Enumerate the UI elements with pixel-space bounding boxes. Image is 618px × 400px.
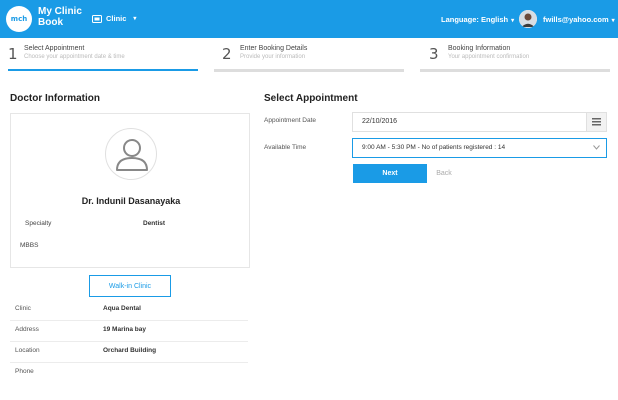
doctor-name: Dr. Indunil Dasanayaka: [81, 196, 181, 206]
info-label: Location: [15, 347, 40, 354]
walk-in-clinic-button[interactable]: Walk-in Clinic: [89, 275, 171, 297]
info-value: 19 Marina bay: [103, 326, 146, 333]
step-progress-bar: [420, 69, 610, 72]
step-title: Enter Booking Details: [240, 45, 308, 52]
app-logo[interactable]: mch: [6, 6, 32, 32]
info-value: Orchard Building: [103, 347, 157, 354]
user-email: fwills@yahoo.com: [543, 15, 609, 24]
booking-steps: 1 Select Appointment Choose your appoint…: [0, 38, 618, 74]
step-subtitle: Choose your appointment date & time: [24, 54, 125, 60]
doctor-card: Dr. Indunil Dasanayaka Specialty Dentist…: [10, 113, 250, 268]
user-icon: [116, 139, 148, 171]
info-row-address: Address 19 Marina bay: [10, 321, 248, 342]
step-title: Booking Information: [448, 45, 511, 52]
brand-line-1: My Clinic: [38, 6, 82, 17]
appointment-date-input[interactable]: 22/10/2016: [352, 112, 607, 132]
user-menu[interactable]: fwills@yahoo.com ▾: [543, 15, 615, 24]
chevron-down-icon: ▾: [611, 18, 615, 24]
next-button[interactable]: Next: [353, 164, 427, 183]
available-time-label: Available Time: [264, 144, 307, 151]
step-booking-information[interactable]: 3 Booking Information Your appointment c…: [412, 38, 618, 74]
chevron-down-icon: ▾: [133, 16, 137, 22]
info-value: Aqua Dental: [103, 305, 141, 312]
clinic-menu[interactable]: Clinic ▾: [92, 14, 136, 23]
calendar-icon: [592, 118, 601, 126]
available-time-value: 9:00 AM - 5:30 PM - No of patients regis…: [362, 144, 506, 151]
chevron-down-icon: ▾: [511, 18, 515, 24]
info-row-clinic: Clinic Aqua Dental: [10, 300, 248, 321]
appointment-date-label: Appointment Date: [264, 117, 317, 124]
logo-text: mch: [10, 15, 28, 23]
language-selector[interactable]: Language: English ▾: [441, 15, 514, 24]
language-label: Language: English: [441, 15, 509, 24]
step-subtitle: Your appointment confirmation: [448, 54, 530, 60]
calendar-button[interactable]: [586, 113, 606, 131]
step-enter-booking-details[interactable]: 2 Enter Booking Details Provide your inf…: [206, 38, 412, 74]
info-label: Address: [15, 326, 39, 333]
back-button[interactable]: Back: [430, 164, 458, 183]
appointment-date-value: 22/10/2016: [362, 118, 398, 125]
step-progress-bar: [214, 69, 404, 72]
appointment-section-title: Select Appointment: [264, 93, 358, 104]
brand-line-2: Book: [38, 17, 63, 28]
step-title: Select Appointment: [24, 45, 85, 52]
step-progress-bar: [8, 69, 198, 71]
info-label: Clinic: [15, 305, 31, 312]
info-row-location: Location Orchard Building: [10, 342, 248, 363]
info-row-phone: Phone: [10, 363, 248, 384]
brand-name: My Clinic Book: [38, 6, 82, 28]
chevron-down-icon: [593, 145, 600, 150]
doctor-avatar: [105, 128, 157, 180]
step-number: 2: [222, 45, 232, 63]
doctor-degree: MBBS: [20, 242, 39, 249]
clinic-icon: [92, 14, 102, 23]
doctor-section-title: Doctor Information: [10, 93, 100, 104]
step-subtitle: Provide your information: [240, 54, 306, 60]
step-number: 3: [429, 45, 439, 63]
specialty-value: Dentist: [143, 220, 166, 227]
step-number: 1: [8, 45, 18, 63]
step-select-appointment[interactable]: 1 Select Appointment Choose your appoint…: [0, 38, 206, 74]
clinic-menu-label: Clinic: [106, 14, 127, 23]
available-time-select[interactable]: 9:00 AM - 5:30 PM - No of patients regis…: [352, 138, 607, 158]
top-bar: mch My Clinic Book Clinic ▾ Language: En…: [0, 0, 618, 38]
user-avatar[interactable]: [519, 10, 537, 28]
specialty-label: Specialty: [25, 220, 52, 227]
info-label: Phone: [15, 368, 34, 375]
